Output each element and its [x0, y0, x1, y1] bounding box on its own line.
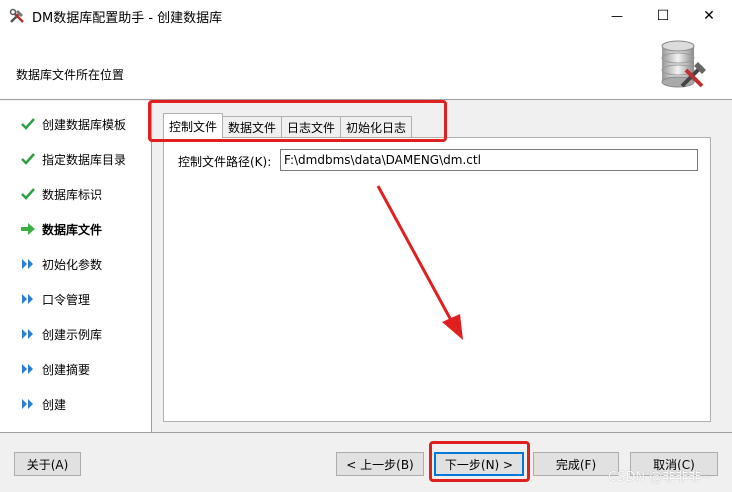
annotation-arrow-icon: [376, 185, 463, 340]
footer-divider: [0, 432, 732, 433]
tab-control-file[interactable]: 控制文件: [163, 113, 224, 138]
next-step-button[interactable]: 下一步(N) >: [434, 452, 524, 476]
finish-button[interactable]: 完成(F): [533, 452, 619, 476]
watermark-text: CSDN @非非非~: [608, 470, 713, 485]
about-button[interactable]: 关于(A): [14, 452, 81, 476]
prev-step-button[interactable]: < 上一步(B): [336, 452, 424, 476]
